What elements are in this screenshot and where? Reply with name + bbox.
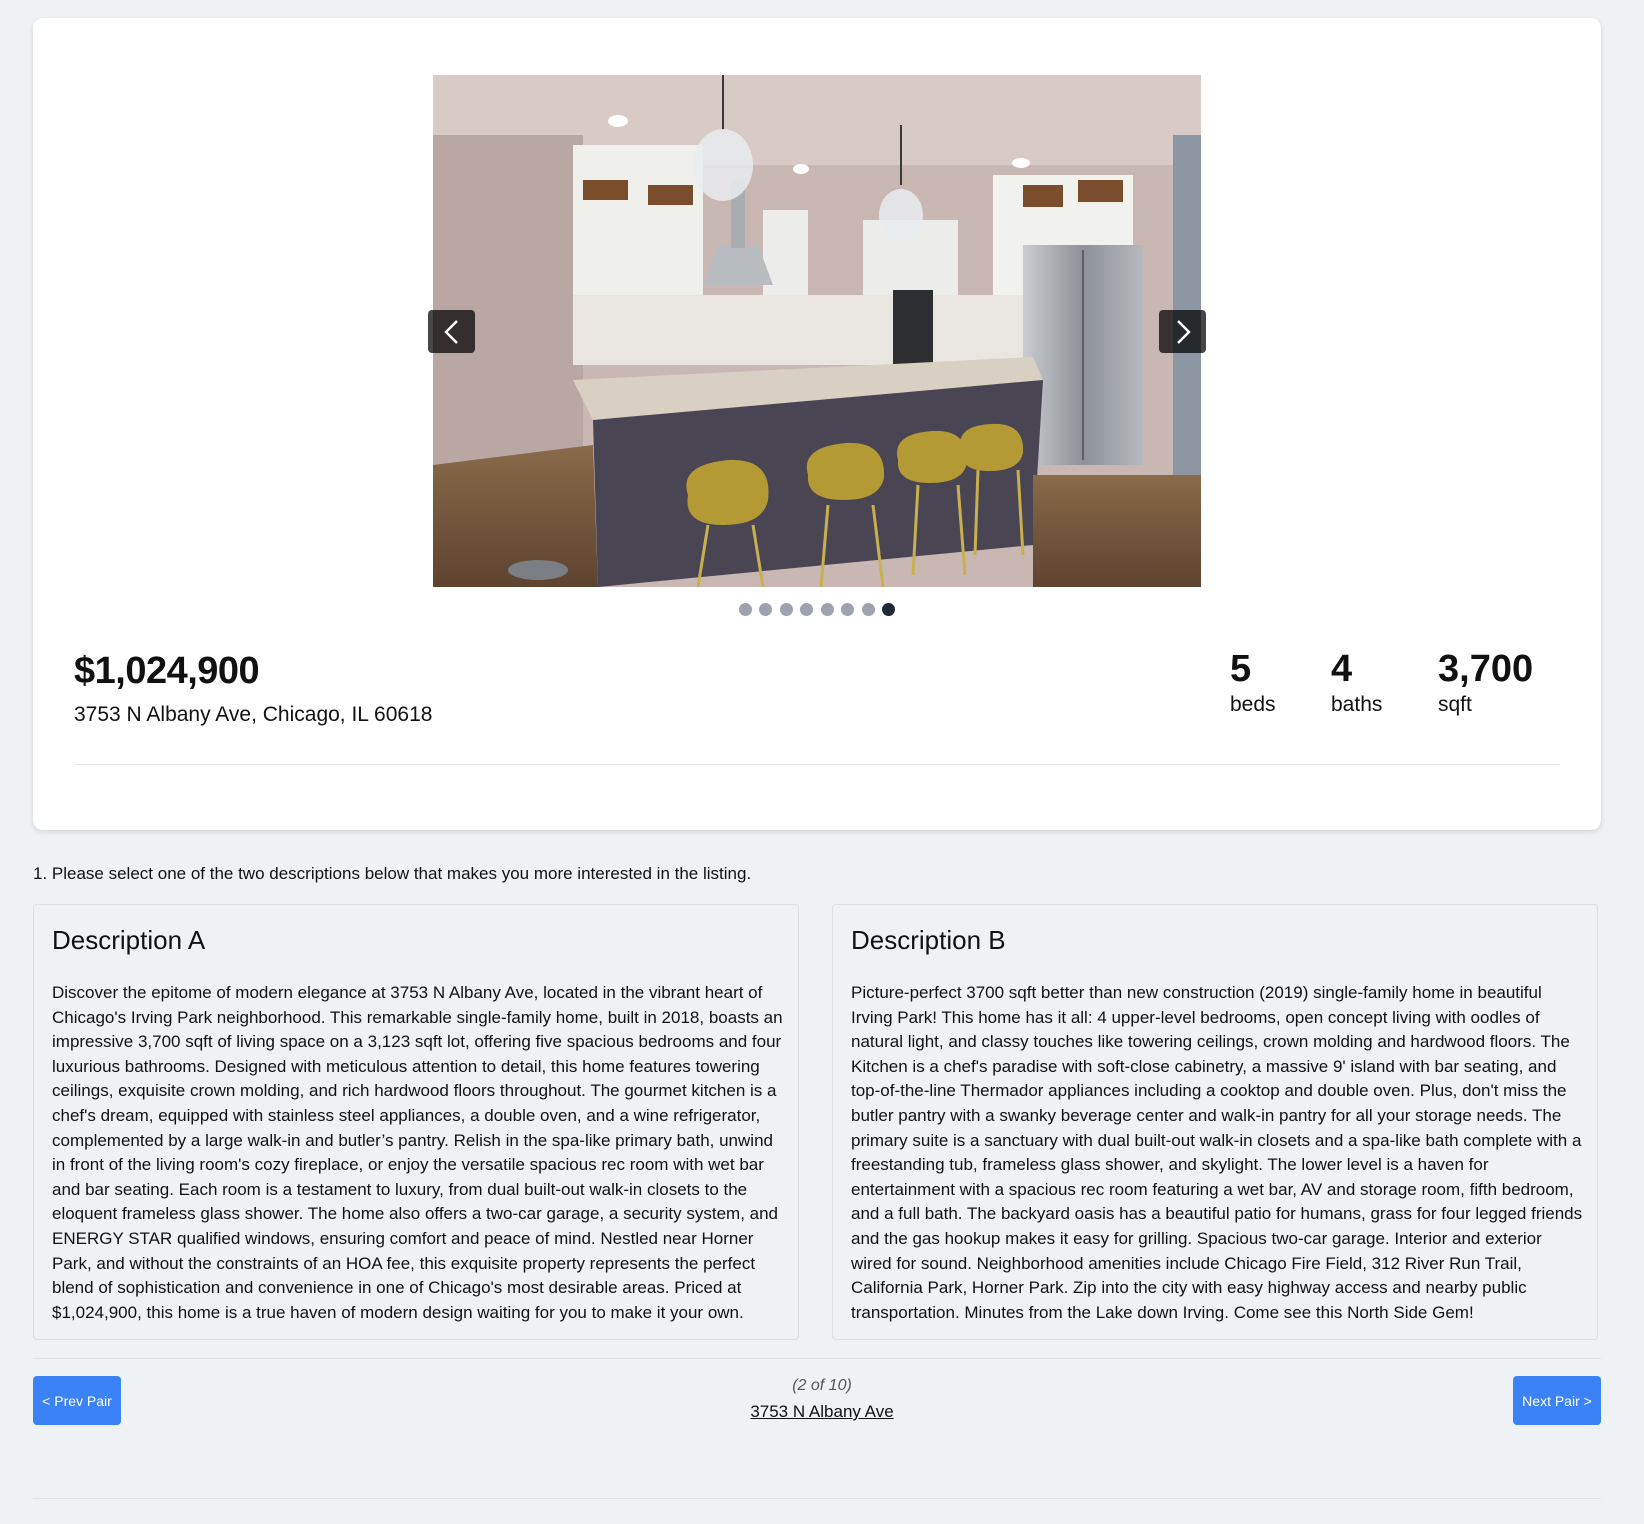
stat-sqft: 3,700 sqft xyxy=(1438,648,1534,717)
description-b-option[interactable]: Description B Picture-perfect 3700 sqft … xyxy=(832,904,1598,1340)
description-a-title: Description A xyxy=(52,925,206,955)
stat-baths: 4 baths xyxy=(1331,648,1383,717)
description-a-text: Discover the epitome of modern elegance … xyxy=(52,983,783,1322)
kitchen-photo-illustration xyxy=(433,75,1201,587)
question-prompt: 1. Please select one of the two descript… xyxy=(33,864,752,883)
photo-pagination-dots xyxy=(33,603,1601,616)
pagination-dot[interactable] xyxy=(800,603,814,616)
listing-photo xyxy=(433,75,1201,587)
chevron-right-icon xyxy=(1176,319,1191,344)
next-pair-button[interactable]: Next Pair > xyxy=(1513,1376,1601,1425)
pager-divider-top xyxy=(33,1358,1601,1359)
stat-beds: 5 beds xyxy=(1230,648,1276,717)
baths-label: baths xyxy=(1331,692,1383,716)
beds-value: 5 xyxy=(1230,648,1252,690)
chevron-left-icon xyxy=(443,319,458,344)
sqft-value: 3,700 xyxy=(1438,648,1534,690)
pagination-dot[interactable] xyxy=(779,603,793,616)
listing-address: 3753 N Albany Ave, Chicago, IL 60618 xyxy=(74,703,433,726)
pagination-dot[interactable] xyxy=(861,603,875,616)
current-listing-link[interactable]: 3753 N Albany Ave xyxy=(750,1402,893,1421)
baths-value: 4 xyxy=(1331,648,1353,690)
pagination-dot[interactable] xyxy=(738,603,752,616)
pagination-dot[interactable] xyxy=(882,603,896,616)
description-b-text: Picture-perfect 3700 sqft better than ne… xyxy=(851,983,1583,1322)
current-listing-link-row: 3753 N Albany Ave xyxy=(0,1402,1644,1422)
pagination-dot[interactable] xyxy=(841,603,855,616)
sqft-label: sqft xyxy=(1438,692,1472,716)
listing-price: $1,024,900 xyxy=(74,650,260,692)
listing-card: $1,024,900 3753 N Albany Ave, Chicago, I… xyxy=(33,18,1601,830)
pagination-dot[interactable] xyxy=(759,603,773,616)
footer-divider xyxy=(33,1498,1601,1499)
beds-label: beds xyxy=(1230,692,1276,716)
pair-counter: (2 of 10) xyxy=(792,1377,852,1394)
description-a-option[interactable]: Description A Discover the epitome of mo… xyxy=(33,904,799,1340)
card-divider xyxy=(74,764,1560,765)
next-photo-button[interactable] xyxy=(1159,310,1206,353)
pagination-dot[interactable] xyxy=(820,603,834,616)
description-b-title: Description B xyxy=(851,925,1006,955)
prev-photo-button[interactable] xyxy=(428,310,475,353)
